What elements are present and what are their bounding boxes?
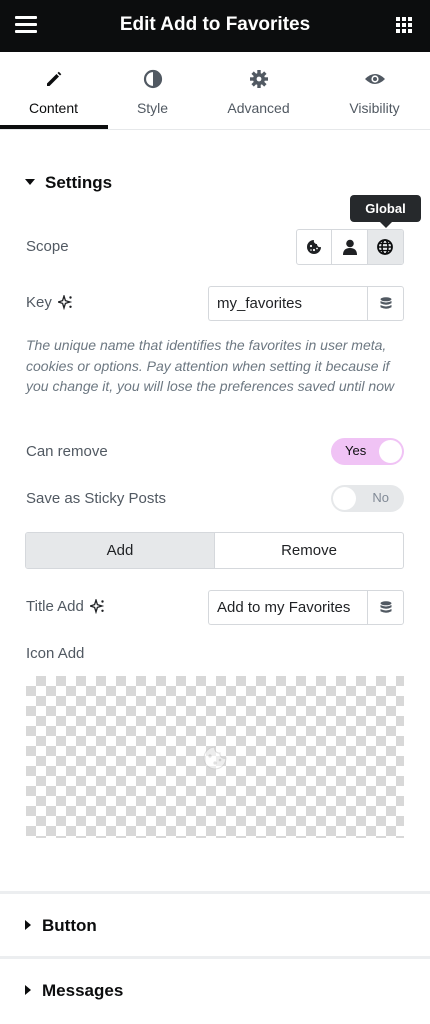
database-icon	[380, 600, 391, 613]
eye-icon	[321, 68, 428, 90]
gear-icon	[205, 68, 312, 90]
grid-icon[interactable]	[396, 17, 413, 34]
messages-section-toggle[interactable]: Messages	[25, 981, 123, 1001]
half-circle-icon	[99, 68, 206, 90]
pencil-icon	[0, 68, 107, 90]
tab-bar: Content Style Advanced Visibility	[0, 52, 430, 130]
top-bar: Edit Add to Favorites	[0, 0, 430, 52]
settings-section-toggle[interactable]: Settings	[25, 173, 112, 193]
toggle-knob	[333, 487, 356, 510]
dynamic-tags-button[interactable]	[367, 590, 404, 625]
scope-cookie-button[interactable]	[297, 230, 333, 264]
caret-right-icon	[25, 919, 31, 930]
tab-visibility[interactable]: Visibility	[321, 52, 428, 130]
globe-icon	[377, 239, 394, 255]
tab-add[interactable]: Add	[26, 533, 215, 568]
active-tab-indicator	[0, 125, 108, 129]
sticky-posts-label: Save as Sticky Posts	[26, 490, 167, 507]
user-icon	[342, 239, 357, 255]
key-label: Key	[26, 294, 73, 311]
scope-tooltip: Global	[350, 195, 421, 228]
scope-label: Scope	[26, 238, 69, 255]
scope-global-button[interactable]	[367, 230, 403, 264]
tab-advanced[interactable]: Advanced	[205, 52, 312, 130]
key-description: The unique name that identifies the favo…	[26, 337, 395, 394]
database-icon	[380, 296, 391, 309]
icon-media-picker[interactable]	[26, 676, 404, 838]
scope-selector	[296, 229, 404, 265]
caret-down-icon	[25, 178, 35, 185]
ai-sparkle-icon[interactable]	[89, 598, 105, 614]
tab-style[interactable]: Style	[99, 52, 206, 130]
add-remove-switcher: Add Remove	[25, 532, 404, 569]
scope-user-button[interactable]	[332, 230, 368, 264]
panel-title: Edit Add to Favorites	[119, 14, 311, 35]
button-section-toggle[interactable]: Button	[25, 916, 97, 936]
key-input[interactable]: my_favorites	[208, 286, 368, 321]
cookie-icon	[203, 746, 227, 770]
can-remove-label: Can remove	[26, 443, 108, 460]
sticky-posts-toggle[interactable]: No	[331, 485, 404, 512]
title-add-input[interactable]: Add to my Favorites	[208, 590, 368, 625]
cookie-icon	[307, 240, 322, 254]
can-remove-toggle[interactable]: Yes	[331, 438, 404, 465]
tab-content[interactable]: Content	[0, 52, 107, 130]
dynamic-tags-button[interactable]	[367, 286, 404, 321]
section-divider	[0, 891, 430, 894]
caret-right-icon	[25, 984, 31, 995]
tab-remove[interactable]: Remove	[215, 533, 403, 568]
toggle-knob	[379, 440, 402, 463]
section-divider	[0, 956, 430, 959]
ai-sparkle-icon[interactable]	[57, 294, 73, 310]
title-add-label: Title Add	[26, 598, 105, 615]
icon-add-label: Icon Add	[26, 645, 85, 662]
